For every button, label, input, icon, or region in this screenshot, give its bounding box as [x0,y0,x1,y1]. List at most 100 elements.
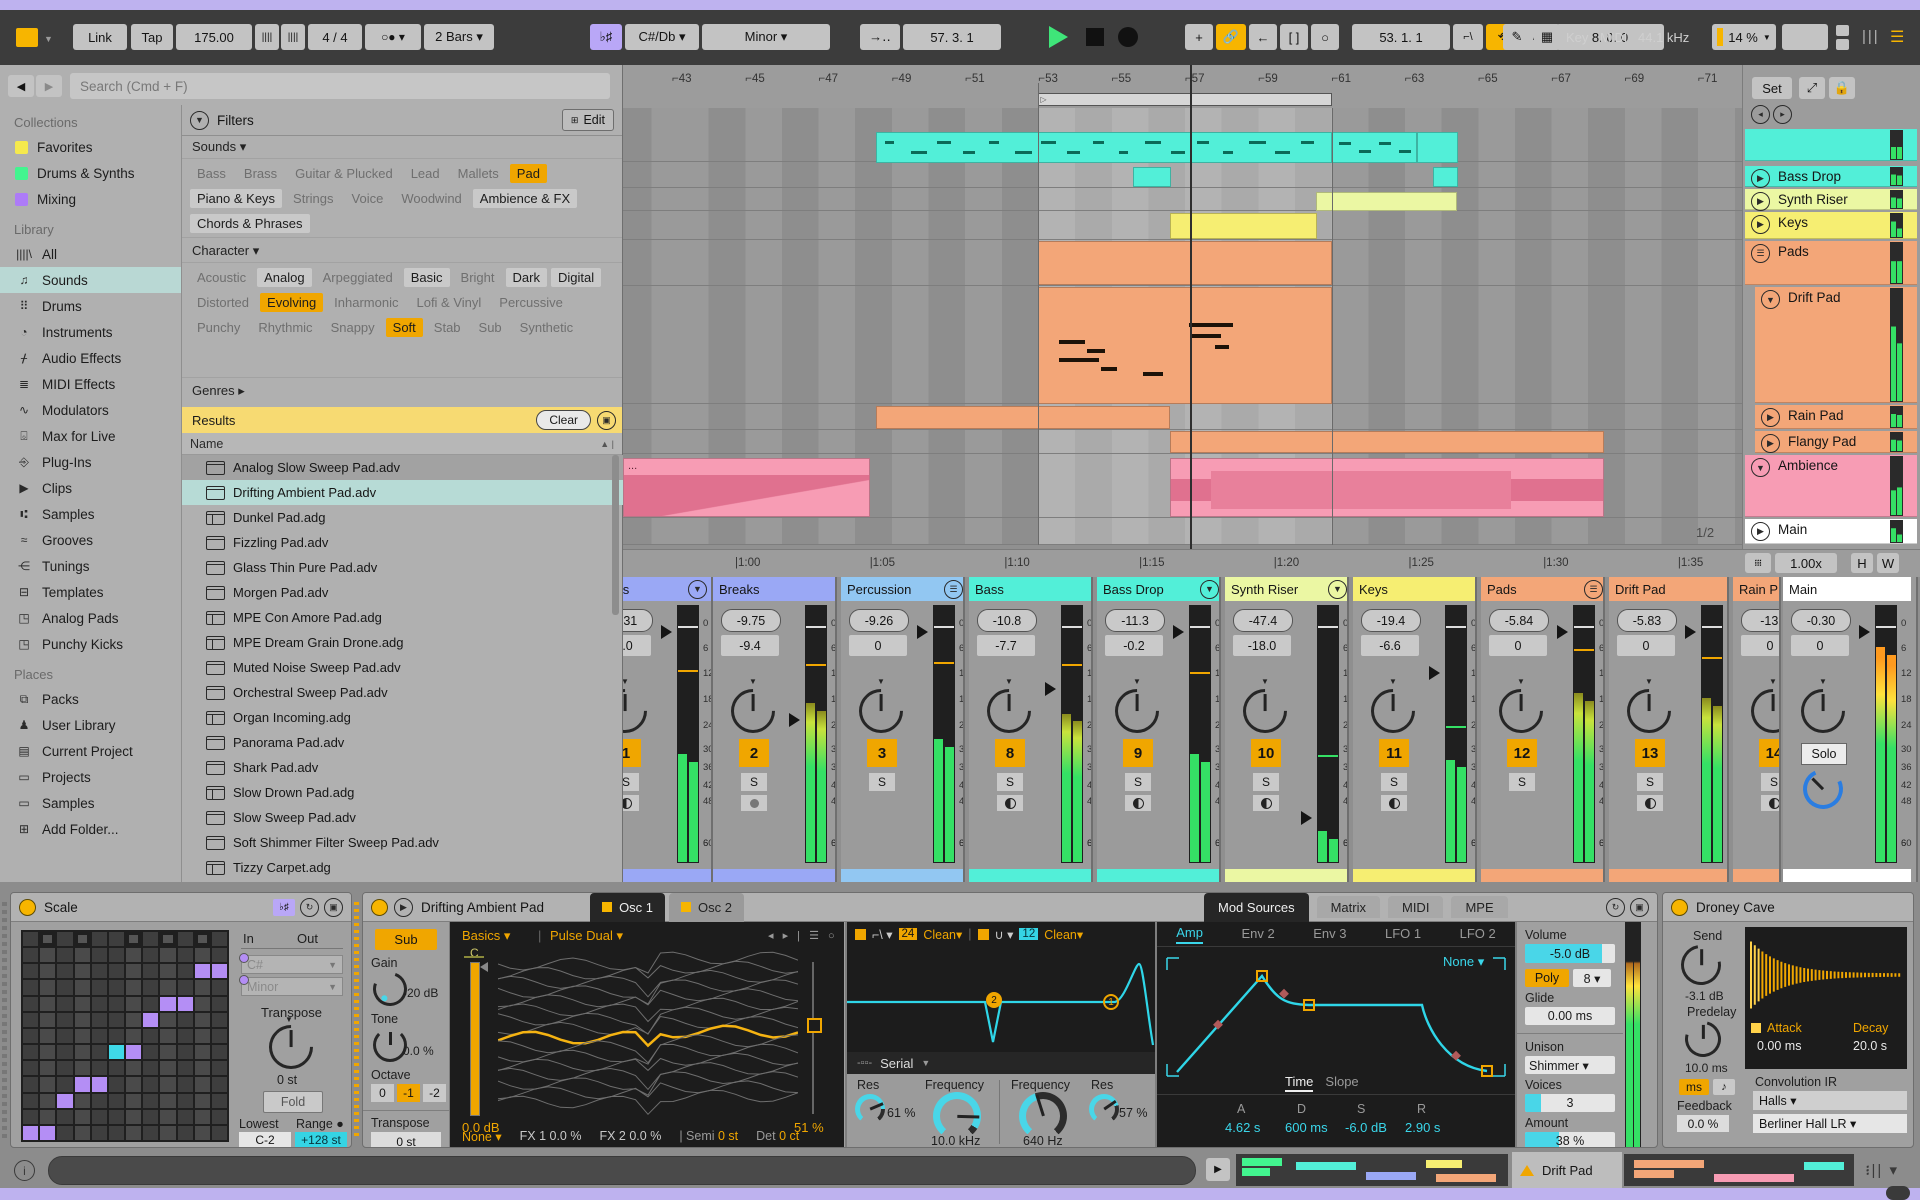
mixer-channel-bass-drop[interactable]: Bass Drop▼-11.3-0.26061218243036424860▼9… [1097,577,1221,882]
mode-select[interactable]: Minor ▼ [239,975,343,996]
scale-cell[interactable] [177,1093,193,1108]
scale-cell[interactable] [194,1061,210,1076]
midi-clip[interactable] [1332,132,1417,163]
mixer-channel-drums[interactable]: Drums▼-9.31-1.06061218243036424860▼1S [623,577,713,882]
semi-field[interactable]: | Semi 0 st [679,1129,738,1143]
sidebar-item-user-library[interactable]: ♟ User Library [0,712,181,738]
midi-clip[interactable] [1133,167,1171,187]
filter-group-header-character[interactable]: Character ▾ [182,239,622,263]
scale-cell[interactable] [40,932,56,947]
result-row[interactable]: Analog Slow Sweep Pad.adv [182,455,638,480]
scale-cell[interactable] [160,1093,176,1108]
sidebar-item-current-project[interactable]: ▤ Current Project [0,738,181,764]
nudge-up-button[interactable]: |||| [281,24,305,50]
scale-cell[interactable] [23,1061,39,1076]
current-clip-chooser[interactable]: Drift Pad [1512,1152,1622,1188]
device-on-toggle[interactable] [1671,898,1688,916]
sidebar-item-projects[interactable]: ▭ Projects [0,764,181,790]
key-root-menu[interactable]: C#/Db ▾ [625,24,699,50]
ir-category-select[interactable]: Halls ▾ [1753,1091,1907,1110]
result-row[interactable]: Glass Thin Pure Pad.adv [182,555,638,580]
voices-field[interactable]: 3 [1525,1094,1615,1112]
scale-cell[interactable] [74,996,90,1011]
transpose-field[interactable]: 0 st [371,1132,441,1147]
scale-cell-mapped[interactable] [177,996,193,1011]
sidebar-item-samples[interactable]: ▭ Samples [0,790,181,816]
track-number-button[interactable]: 9 [1123,739,1153,767]
midi-clip[interactable] [1433,167,1458,187]
glide-field[interactable]: 0.00 ms [1525,1007,1615,1025]
peak-level-display[interactable]: -11.3 [1105,609,1165,632]
sidebar-item-tunings[interactable]: ⋲ Tunings [0,553,181,579]
scale-cell[interactable] [177,948,193,963]
mixer-channel-keys[interactable]: Keys-19.4-6.66061218243036424860▼11S [1353,577,1477,882]
scale-cell[interactable] [91,1093,107,1108]
sidebar-item-samples[interactable]: ⑆ Samples [0,501,181,527]
scale-cell[interactable] [194,1125,210,1140]
arm-button[interactable] [741,795,767,811]
result-row[interactable]: Slow Sweep Pad.adv [182,805,638,830]
group-track-icon[interactable]: ☰ [1751,244,1770,263]
scale-cell[interactable] [57,1045,73,1060]
track-number-button[interactable]: 14 [1759,739,1779,767]
sidebar-item-sounds[interactable]: ♫ Sounds [0,267,181,293]
track-number-button[interactable]: 13 [1635,739,1665,767]
scale-cell[interactable] [91,964,107,979]
position-slider-handle[interactable] [807,1018,822,1033]
scale-cell[interactable] [40,1077,56,1092]
peak-level-display[interactable]: -5.84 [1489,609,1549,632]
optimize-view-button[interactable]: ⤢ [1799,77,1825,99]
scale-cell[interactable] [211,1109,227,1124]
scale-cell[interactable] [91,980,107,995]
scale-cell[interactable] [194,1028,210,1044]
scale-cell[interactable] [23,932,39,947]
scale-cell-mapped[interactable] [91,1077,107,1092]
scale-cell[interactable] [126,1012,142,1027]
scale-cell[interactable] [91,948,107,963]
filter2-slope-badge[interactable]: 12 [1019,928,1039,940]
scale-cell-mapped[interactable] [74,1077,90,1092]
filter-tag[interactable]: Piano & Keys [190,189,283,208]
volume-field[interactable]: -18.0 [1233,635,1291,656]
scale-cell[interactable] [177,1125,193,1140]
scale-cell[interactable] [57,964,73,979]
key-signature-icon[interactable]: ♭♯ [273,898,295,916]
scroll-right-button[interactable]: ▸ [1773,105,1792,124]
info-icon[interactable]: i [14,1160,35,1181]
clip-strip-thumbnails[interactable] [1624,1154,1854,1186]
scale-cell[interactable] [177,932,193,947]
pan-knob[interactable] [977,679,1041,743]
quantize-menu[interactable]: 2 Bars ▾ [424,24,494,50]
midi-map-mode-button[interactable]: MIDI [1600,30,1627,45]
device-on-toggle[interactable] [371,898,388,916]
audio-clip-ambience[interactable]: ... [623,458,870,517]
result-row[interactable]: Drifting Ambient Pad.adv [182,480,638,505]
tab-osc-1[interactable]: Osc 1 [590,893,666,922]
zoom-level-field[interactable]: 1.00x [1775,553,1837,573]
scale-cell[interactable] [74,1045,90,1060]
link-button[interactable]: Link [73,24,127,50]
volume-field[interactable]: -9.4 [721,635,779,656]
results-scrollbar[interactable] [612,455,619,615]
scale-cell[interactable] [108,964,124,979]
scale-cell-mapped[interactable] [126,1045,142,1060]
env-r-value[interactable]: 2.90 s [1405,1120,1440,1135]
result-row[interactable]: Shark Pad.adv [182,755,638,780]
ms-sync-button[interactable]: ms [1679,1079,1709,1095]
scale-cell[interactable] [74,1012,90,1027]
solo-button[interactable]: S [1509,773,1535,791]
position-slider-track[interactable] [812,962,814,1114]
scale-cell[interactable] [126,980,142,995]
arm-button[interactable] [1253,795,1279,811]
unfold-track-icon[interactable]: ▶ [1761,434,1780,453]
scale-cell[interactable] [91,1109,107,1124]
scale-cell[interactable] [74,932,90,947]
sidebar-item-punchy-kicks[interactable]: ◳ Punchy Kicks [0,631,181,657]
scale-cell[interactable] [143,996,159,1011]
filter1-node[interactable]: 1 [1103,994,1119,1010]
pan-knob[interactable] [1105,679,1169,743]
subtab-amp[interactable]: Amp [1176,925,1203,944]
tempo-field[interactable]: 175.00 [176,24,252,50]
scale-cell[interactable] [211,996,227,1011]
scale-cell[interactable] [211,1061,227,1076]
